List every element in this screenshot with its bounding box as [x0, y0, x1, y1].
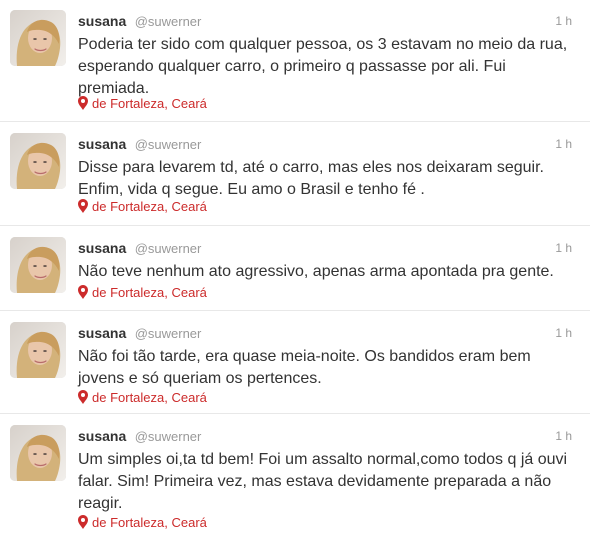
author-handle[interactable]: @suwerner	[135, 137, 202, 152]
author-name[interactable]: susana	[78, 136, 126, 152]
tweet-time[interactable]: 1 h	[555, 324, 572, 342]
tweet-time[interactable]: 1 h	[555, 12, 572, 30]
location-label: de Fortaleza, Ceará	[92, 96, 207, 111]
tweet-time[interactable]: 1 h	[555, 427, 572, 445]
author-handle[interactable]: @suwerner	[135, 429, 202, 444]
map-pin-icon	[78, 390, 88, 404]
tweet-text: Disse para levarem td, até o carro, mas …	[78, 159, 544, 198]
tweet-header: susana @suwerner 1 h	[78, 12, 572, 30]
author-handle[interactable]: @suwerner	[135, 14, 202, 29]
tweet-text: Não teve nenhum ato agressivo, apenas ar…	[78, 263, 554, 280]
tweet-time[interactable]: 1 h	[555, 135, 572, 153]
author-name[interactable]: susana	[78, 240, 126, 256]
tweet-item[interactable]: susana @suwerner 1 h Poderia ter sido co…	[0, 0, 590, 122]
author-name[interactable]: susana	[78, 325, 126, 341]
tweet-text: Um simples oi,ta td bem! Foi um assalto …	[78, 451, 568, 512]
tweet-location[interactable]: de Fortaleza, Ceará	[78, 96, 207, 112]
map-pin-icon	[78, 515, 88, 529]
map-pin-icon	[78, 96, 88, 110]
map-pin-icon	[78, 285, 88, 299]
location-label: de Fortaleza, Ceará	[92, 285, 207, 300]
author-handle[interactable]: @suwerner	[135, 326, 202, 341]
tweet-item[interactable]: susana @suwerner 1 h Não teve nenhum ato…	[0, 227, 590, 311]
avatar[interactable]	[10, 322, 66, 378]
tweet-header: susana @suwerner 1 h	[78, 239, 572, 257]
tweet-text: Poderia ter sido com qualquer pessoa, os…	[78, 36, 568, 97]
author-name[interactable]: susana	[78, 428, 126, 444]
tweet-timeline: susana @suwerner 1 h Poderia ter sido co…	[0, 0, 590, 546]
tweet-location[interactable]: de Fortaleza, Ceará	[78, 515, 207, 531]
tweet-item[interactable]: susana @suwerner 1 h Não foi tão tarde, …	[0, 312, 590, 414]
map-pin-icon	[78, 199, 88, 213]
tweet-header: susana @suwerner 1 h	[78, 427, 572, 445]
tweet-header: susana @suwerner 1 h	[78, 135, 572, 153]
avatar[interactable]	[10, 10, 66, 66]
location-label: de Fortaleza, Ceará	[92, 515, 207, 530]
tweet-location[interactable]: de Fortaleza, Ceará	[78, 390, 207, 406]
tweet-text: Não foi tão tarde, era quase meia-noite.…	[78, 348, 531, 387]
tweet-location[interactable]: de Fortaleza, Ceará	[78, 285, 207, 301]
tweet-header: susana @suwerner 1 h	[78, 324, 572, 342]
tweet-item[interactable]: susana @suwerner 1 h Disse para levarem …	[0, 123, 590, 226]
location-label: de Fortaleza, Ceará	[92, 199, 207, 214]
tweet-location[interactable]: de Fortaleza, Ceará	[78, 199, 207, 215]
avatar[interactable]	[10, 133, 66, 189]
author-handle[interactable]: @suwerner	[135, 241, 202, 256]
location-label: de Fortaleza, Ceará	[92, 390, 207, 405]
avatar[interactable]	[10, 237, 66, 293]
tweet-item[interactable]: susana @suwerner 1 h Um simples oi,ta td…	[0, 415, 590, 546]
avatar[interactable]	[10, 425, 66, 481]
author-name[interactable]: susana	[78, 13, 126, 29]
tweet-time[interactable]: 1 h	[555, 239, 572, 257]
